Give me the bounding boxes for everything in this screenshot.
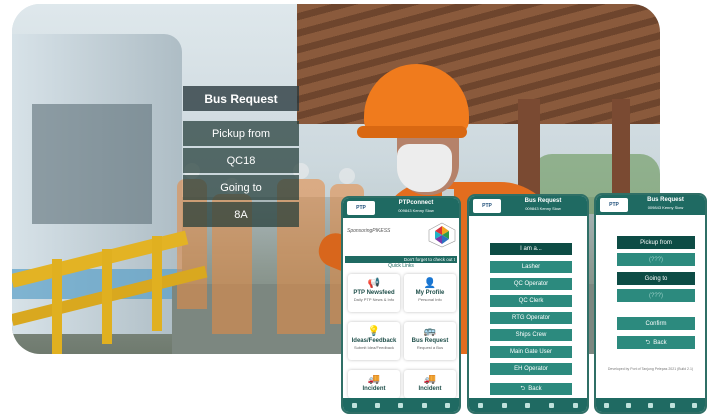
pickup-label: Pickup from [616,235,696,250]
tile-label: Incident [418,386,442,392]
tile-label: My Profile [415,290,445,296]
railing-post [102,249,112,344]
nav-bus-icon[interactable] [647,402,653,408]
tile-label: Bus Request [411,338,449,344]
railing-post [152,236,162,331]
nav-settings-icon[interactable] [421,402,427,408]
going-to-select[interactable]: (???) [616,288,696,303]
app-header: PTP Bus Request 009843 Kenny Siow [469,196,587,216]
role-qc-operator-button[interactable]: QC Operator [489,277,573,291]
phone-role-select: PTP Bus Request 009843 Kenny Siow I am a… [467,194,589,414]
user-id: 009843 Kenny Siow [398,208,434,213]
nav-bus-icon[interactable] [398,402,404,408]
ptp-logo: PTP [473,199,501,213]
truck-icon: 🚚 [367,374,381,385]
role-eh-operator-button[interactable]: EH Operator [489,362,573,376]
announcement-marquee: Don't forget to check out t [345,256,457,263]
shelter-roof [297,4,660,124]
overlay-going-value[interactable]: 8A [183,202,299,227]
back-label: Back [528,386,542,392]
nav-home-icon[interactable] [478,402,484,408]
screen-title: Bus Request [524,198,562,204]
app-header: PTP Bus Request 009843 Kenny Siow [596,195,705,215]
back-label: Back [653,339,667,346]
megaphone-icon: 📢 [367,278,381,289]
user-id: 009843 Kenny Siow [525,206,561,211]
bottom-nav-bar [343,398,459,412]
nav-home-icon[interactable] [604,402,610,408]
nav-profile-icon[interactable] [572,402,578,408]
tile-sublabel: Submit Idea/Feedback [353,345,395,350]
tile-incident[interactable]: 🚚 Incident [404,370,456,398]
role-ships-crew-button[interactable]: Ships Crew [489,328,573,342]
person-icon: 👤 [423,278,437,289]
nav-news-icon[interactable] [626,402,632,408]
tile-sublabel: Request a Bus [416,345,444,350]
role-prompt: I am a... [489,242,573,256]
overlay-pickup-value[interactable]: QC18 [183,148,299,173]
app-title: PTPconnect [398,200,434,206]
nav-settings-icon[interactable] [669,402,675,408]
role-lasher-button[interactable]: Lasher [489,260,573,274]
hard-hat-brim [357,126,467,138]
role-qc-clerk-button[interactable]: QC Clerk [489,294,573,308]
back-button[interactable]: ⮌ Back [616,335,696,350]
nav-profile-icon[interactable] [444,402,450,408]
bottom-nav-bar [596,398,705,412]
going-to-label: Going to [616,271,696,286]
overlay-going-label[interactable]: Going to [183,175,299,200]
screen-title: Bus Request [647,197,684,203]
overlay-title: Bus Request [183,86,299,111]
bottom-nav-bar [469,398,587,412]
tile-my-profile[interactable]: 👤 My Profile Personal Info [404,274,456,312]
role-rtg-operator-button[interactable]: RTG Operator [489,311,573,325]
hexagon-logo-icon [428,222,456,248]
role-main-gate-user-button[interactable]: Main Gate User [489,345,573,359]
ptp-logo: PTP [347,201,375,215]
back-arrow-icon: ⮌ [520,386,526,392]
bus-icon: 🚌 [423,326,437,337]
tile-ptp-newsfeed[interactable]: 📢 PTP Newsfeed Daily PTP News & Info [348,274,400,312]
bus-window [32,104,152,224]
tile-bus-request[interactable]: 🚌 Bus Request Request a Bus [404,322,456,360]
phone-route-select: PTP Bus Request 009843 Kenny Siow Pickup… [594,193,707,414]
tile-label: Ideas/Feedback [351,338,397,344]
quick-links-heading: Quick Links [388,263,414,269]
truck-icon: 🚚 [423,374,437,385]
promo-canvas: Bus Request Pickup from QC18 Going to 8A… [0,0,707,420]
nav-profile-icon[interactable] [691,402,697,408]
developer-credit: Developed by Port of Tanjung Pelepas 202… [607,367,694,371]
back-arrow-icon: ⮌ [645,339,651,346]
tile-ideas-feedback[interactable]: 💡 Ideas/Feedback Submit Idea/Feedback [348,322,400,360]
nav-news-icon[interactable] [375,402,381,408]
phone-home-screen: PTP PTPconnect 009843 Kenny Siow Sponsor… [341,196,461,414]
tile-label: PTP Newsfeed [353,290,395,296]
pickup-select[interactable]: (???) [616,252,696,267]
nav-news-icon[interactable] [501,402,507,408]
railing-post [52,259,62,354]
overlay-pickup-label[interactable]: Pickup from [183,121,299,146]
lightbulb-icon: 💡 [367,326,381,337]
ptp-logo: PTP [600,198,628,212]
tile-incident[interactable]: 🚚 Incident [348,370,400,398]
back-button[interactable]: ⮌ Back [489,382,573,396]
face-mask [397,144,452,192]
app-header: PTP PTPconnect 009843 Kenny Siow [343,198,459,218]
nav-home-icon[interactable] [352,402,358,408]
nav-bus-icon[interactable] [525,402,531,408]
tile-sublabel: Daily PTP News & Info [353,297,395,302]
nav-settings-icon[interactable] [549,402,555,408]
confirm-button[interactable]: Confirm [616,316,696,331]
user-id: 009843 Kenny Siow [647,205,684,210]
tile-label: Incident [362,386,386,392]
tile-sublabel: Personal Info [418,297,442,302]
sponsor-text: SponsoringPIKESS [347,228,391,234]
